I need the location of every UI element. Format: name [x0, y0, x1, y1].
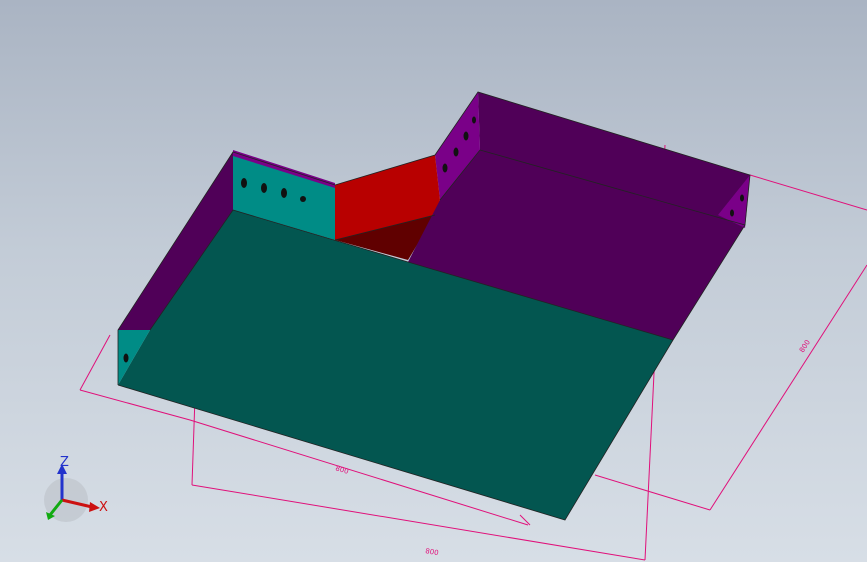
- dimension-label-right[interactable]: 800: [798, 339, 812, 355]
- dimension-label-bottom-inner[interactable]: 800: [334, 464, 349, 476]
- z-axis-label: Z: [60, 455, 69, 470]
- slot-hole: [261, 183, 267, 193]
- slot-hole: [123, 353, 129, 363]
- axis-triad[interactable]: Z X: [44, 455, 108, 522]
- x-axis-label: X: [99, 500, 108, 515]
- slot-hole: [442, 163, 448, 173]
- cad-viewport[interactable]: 800 800 800 Z X: [0, 0, 867, 562]
- dimension-line-right: [709, 264, 867, 511]
- model-scene[interactable]: 800 800 800 Z X: [0, 0, 867, 562]
- cable-tray-model[interactable]: [117, 91, 751, 521]
- slot-hole: [281, 188, 287, 198]
- slot-hole: [730, 209, 734, 217]
- extension-line-right-top: [749, 174, 867, 211]
- extension-line-left: [79, 334, 111, 391]
- slot-hole: [300, 196, 306, 202]
- dimension-label-bottom-outer[interactable]: 800: [425, 547, 440, 557]
- slot-hole: [463, 131, 469, 141]
- slot-hole: [740, 194, 744, 202]
- slot-hole: [472, 116, 476, 124]
- extension-line-right-bottom: [594, 474, 711, 511]
- slot-hole: [241, 178, 247, 188]
- slot-hole: [453, 147, 459, 157]
